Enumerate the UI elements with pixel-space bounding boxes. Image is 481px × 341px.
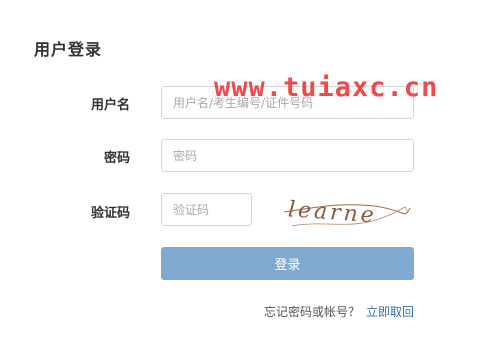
forgot-row: 忘记密码或帐号？ 立即取回 [264, 303, 414, 320]
login-button[interactable]: 登录 [161, 247, 414, 280]
password-label: 密码 [103, 151, 130, 166]
forgot-prompt: 忘记密码或帐号？ [263, 305, 360, 319]
captcha-text: learne [287, 197, 377, 228]
captcha-label: 验证码 [90, 206, 130, 221]
login-page: 用户登录 www.tuiaxc.cn 用户名 密码 验证码 learne 登录 … [0, 0, 481, 341]
username-label: 用户名 [90, 98, 130, 113]
retrieve-link[interactable]: 立即取回 [366, 305, 414, 319]
username-input[interactable] [161, 86, 414, 119]
password-input[interactable] [161, 139, 414, 172]
captcha-image[interactable]: learne [282, 190, 412, 234]
captcha-input[interactable] [161, 193, 252, 226]
page-title: 用户登录 [34, 40, 103, 59]
